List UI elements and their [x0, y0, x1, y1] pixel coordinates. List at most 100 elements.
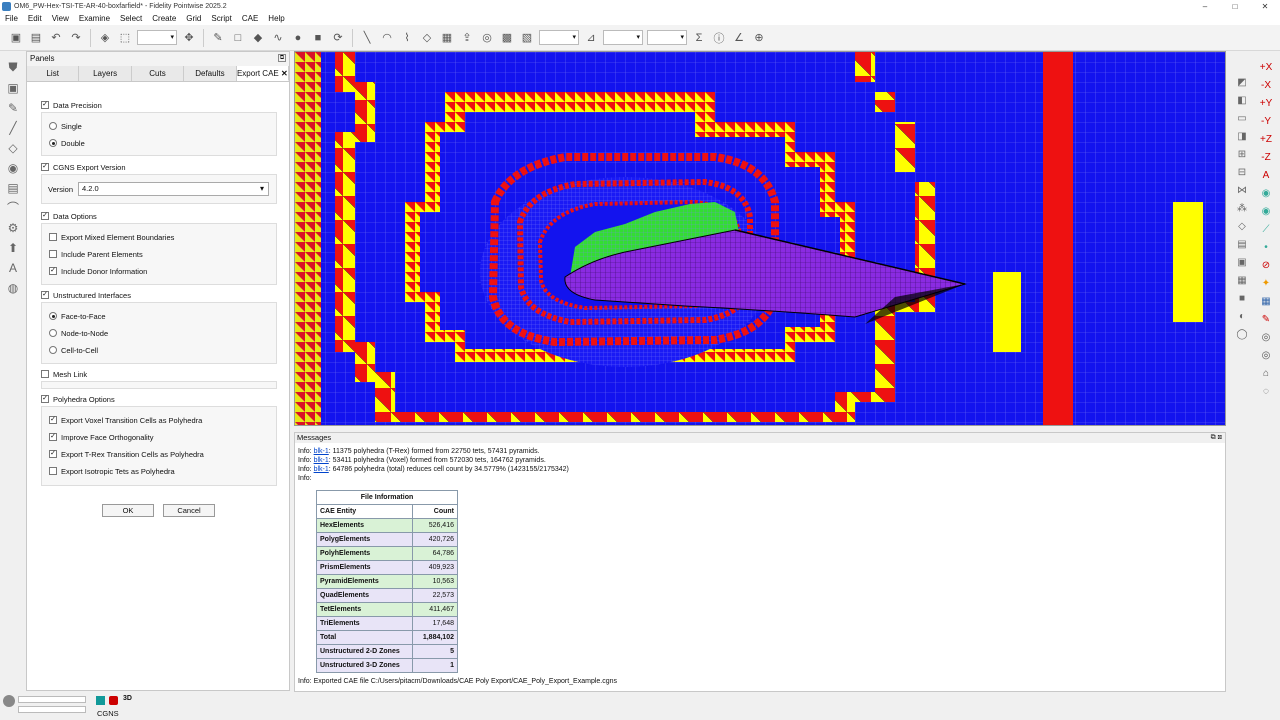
view-iso-icon[interactable]: ◩: [1235, 75, 1250, 90]
isotropic-tets-row[interactable]: Export Isotropic Tets as Polyhedra: [49, 465, 175, 477]
diamond-view-icon[interactable]: ◇: [1235, 219, 1250, 234]
nodes-icon[interactable]: ⁂: [1235, 201, 1250, 216]
view-bottom-icon[interactable]: ⊞: [1235, 147, 1250, 162]
arc-icon[interactable]: ◠: [379, 30, 395, 46]
trex-poly-checkbox[interactable]: ✓: [49, 450, 57, 458]
node-to-node-radio[interactable]: [49, 329, 57, 337]
cell-to-cell-option[interactable]: Cell-to-Cell: [49, 344, 98, 356]
precision-double-option[interactable]: Double: [49, 137, 85, 149]
data-options-checkbox[interactable]: ✓: [41, 212, 49, 220]
voxel-poly-row[interactable]: ✓ Export Voxel Transition Cells as Polyh…: [49, 414, 202, 426]
export-mixed-row[interactable]: Export Mixed Element Boundaries: [49, 231, 174, 243]
menu-examine[interactable]: Examine: [74, 14, 115, 23]
layers-view-icon[interactable]: ▤: [1235, 237, 1250, 252]
block-link[interactable]: blk-1: [314, 448, 329, 455]
eye-closed-icon[interactable]: ◎: [1259, 330, 1274, 345]
polyhedra-options-checkbox[interactable]: ✓: [41, 395, 49, 403]
box-icon[interactable]: □: [230, 30, 246, 46]
cube-tool-icon[interactable]: ▣: [4, 79, 22, 96]
diamond-tool-icon[interactable]: ◇: [4, 139, 22, 156]
menu-select[interactable]: Select: [115, 14, 147, 23]
menu-edit[interactable]: Edit: [23, 14, 47, 23]
version-select[interactable]: 4.2.0: [78, 182, 269, 196]
face-orthogonality-checkbox[interactable]: ✓: [49, 433, 57, 441]
export-mixed-checkbox[interactable]: [49, 233, 57, 241]
polyhedra-options-row[interactable]: ✓ Polyhedra Options: [41, 393, 115, 405]
visibility-icon[interactable]: ◌: [1259, 384, 1274, 399]
sphere-icon[interactable]: ●: [290, 30, 306, 46]
text-tool-icon[interactable]: A: [4, 259, 22, 276]
select-mode-icon[interactable]: ⬚: [117, 30, 133, 46]
selection-combo[interactable]: ▾: [137, 30, 177, 45]
mesh-icon[interactable]: ▧: [519, 30, 535, 46]
measure-icon[interactable]: ⊿: [583, 30, 599, 46]
menu-file[interactable]: File: [0, 14, 23, 23]
eye-icon[interactable]: ◉: [1259, 186, 1274, 201]
gear-icon[interactable]: ⚙: [4, 219, 22, 236]
transform-icon[interactable]: ✥: [181, 30, 197, 46]
minus-z-icon[interactable]: -Z: [1259, 150, 1274, 165]
plus-x-icon[interactable]: +X: [1259, 60, 1274, 75]
face-to-face-option[interactable]: Face-to-Face: [49, 310, 106, 322]
data-options-row[interactable]: ✓ Data Options: [41, 210, 97, 222]
close-window-button[interactable]: ✕: [1250, 2, 1280, 11]
precision-single-option[interactable]: Single: [49, 120, 82, 132]
undo-icon[interactable]: ↶: [48, 30, 64, 46]
extrude-icon[interactable]: ⇪: [459, 30, 475, 46]
face-to-face-radio[interactable]: [49, 312, 57, 320]
minus-y-icon[interactable]: -Y: [1259, 114, 1274, 129]
view-side-icon[interactable]: ◨: [1235, 129, 1250, 144]
curve-tool-icon[interactable]: ⌒: [4, 199, 22, 216]
grid-icon[interactable]: ▩: [499, 30, 515, 46]
block-link[interactable]: blk-1: [314, 457, 329, 464]
hide-icon[interactable]: ⊘: [1259, 258, 1274, 273]
tab-list[interactable]: List: [27, 66, 80, 81]
solve-icon[interactable]: ◎: [479, 30, 495, 46]
ruler-icon[interactable]: ⟋: [1259, 222, 1274, 237]
messages-window-controls[interactable]: ⧉ ⊠: [1211, 434, 1222, 442]
minimize-button[interactable]: –: [1190, 2, 1220, 11]
circle-view-icon[interactable]: ◯: [1235, 327, 1250, 342]
eye-icon[interactable]: ◉: [1259, 204, 1274, 219]
voxel-poly-checkbox[interactable]: ✓: [49, 416, 57, 424]
solver-label[interactable]: CGNS: [97, 709, 119, 718]
minus-x-icon[interactable]: -X: [1259, 78, 1274, 93]
node-to-node-option[interactable]: Node-to-Node: [49, 327, 108, 339]
block-icon[interactable]: ▦: [439, 30, 455, 46]
close-tab-icon[interactable]: ✕: [281, 69, 288, 78]
tab-defaults[interactable]: Defaults: [184, 66, 237, 81]
mesh-link-row[interactable]: Mesh Link: [41, 368, 87, 380]
plus-z-icon[interactable]: +Z: [1259, 132, 1274, 147]
box-tool-icon[interactable]: ▤: [4, 179, 22, 196]
cylinder-icon[interactable]: ◉: [4, 159, 22, 176]
box-view-icon[interactable]: ▣: [1235, 255, 1250, 270]
tab-layers[interactable]: Layers: [79, 66, 132, 81]
info-icon[interactable]: ⓘ: [711, 30, 727, 46]
unstructured-interfaces-row[interactable]: ✓ Unstructured Interfaces: [41, 289, 131, 301]
menu-script[interactable]: Script: [206, 14, 236, 23]
include-donor-checkbox[interactable]: ✓: [49, 267, 57, 275]
view-front-icon[interactable]: ◧: [1235, 93, 1250, 108]
shield-icon[interactable]: ⛊: [4, 59, 22, 76]
plus-y-icon[interactable]: +Y: [1259, 96, 1274, 111]
view-combo[interactable]: ▾: [647, 30, 687, 45]
pen-icon[interactable]: ✎: [1259, 312, 1274, 327]
block-link[interactable]: blk-1: [314, 466, 329, 473]
pencil-icon[interactable]: ✎: [4, 99, 22, 116]
view-top-icon[interactable]: ▭: [1235, 111, 1250, 126]
open-icon[interactable]: ▤: [28, 30, 44, 46]
include-parent-row[interactable]: Include Parent Elements: [49, 248, 143, 260]
cancel-button[interactable]: Cancel: [163, 504, 215, 517]
zoom-combo[interactable]: ▾: [603, 30, 643, 45]
curve-icon[interactable]: ∿: [270, 30, 286, 46]
cube-view-icon[interactable]: ■: [1235, 291, 1250, 306]
tag-icon[interactable]: ⌂: [1259, 366, 1274, 381]
line-icon[interactable]: ╲: [359, 30, 375, 46]
angle-icon[interactable]: ∠: [731, 30, 747, 46]
3d-viewport[interactable]: [294, 51, 1226, 426]
save-icon[interactable]: ▣: [8, 30, 24, 46]
redo-icon[interactable]: ↷: [68, 30, 84, 46]
dimension-label[interactable]: 3D: [123, 695, 132, 702]
domain-icon[interactable]: ◇: [419, 30, 435, 46]
point-icon[interactable]: •: [1259, 240, 1274, 255]
